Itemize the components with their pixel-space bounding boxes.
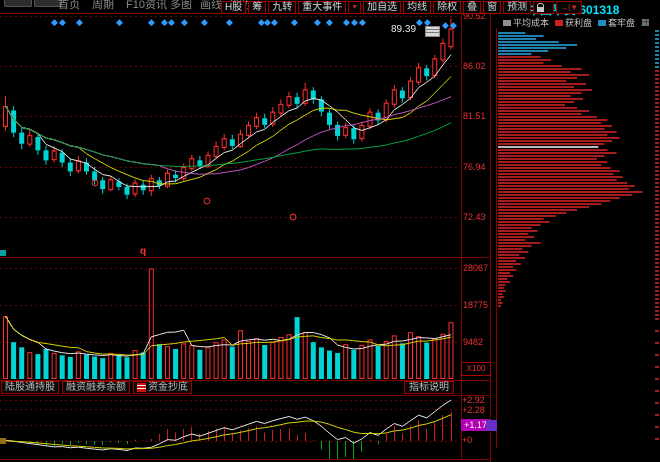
- pane-divider: [0, 395, 490, 396]
- exit-icon[interactable]: →|▼: [556, 1, 582, 14]
- lock-icon[interactable]: [533, 1, 554, 14]
- stock-app-window: 首页 周期 F10资讯 多图 画线 帮助 H股 筹 九转 重大事件 ▼ 加自选 …: [0, 0, 660, 462]
- macd-tick: +2.28: [462, 405, 490, 415]
- volume-tick: 28067: [463, 263, 490, 273]
- volume-chart[interactable]: [0, 258, 462, 380]
- volume-unit-label: X100: [461, 362, 491, 376]
- nineturn-button[interactable]: 九转: [268, 1, 296, 14]
- pane-icon[interactable]: [0, 438, 6, 444]
- major-event-button[interactable]: 重大事件: [298, 1, 346, 14]
- trapped-swatch-icon: [598, 20, 606, 26]
- menu-period[interactable]: 周期: [92, 0, 114, 12]
- tab-margin-balance[interactable]: 融资融券余额: [62, 381, 130, 394]
- pane-divider: [0, 459, 490, 460]
- chip-highlight-marker: [486, 420, 497, 431]
- pane-icon[interactable]: [0, 250, 6, 256]
- price-tag-icon[interactable]: [425, 26, 440, 37]
- menu-home[interactable]: 首页: [58, 0, 80, 12]
- q-signal-marker: q: [140, 246, 146, 257]
- forecast-button[interactable]: 预测: [503, 1, 531, 14]
- tab-fund-bottom[interactable]: 资金抄底: [133, 381, 192, 394]
- price-tick: 86.02: [463, 61, 490, 71]
- axis-divider: [461, 13, 462, 459]
- chip-button[interactable]: 筹: [248, 1, 266, 14]
- macd-tick: +2.92: [462, 395, 490, 405]
- hshare-button[interactable]: H股: [221, 1, 246, 14]
- indicator-tabs: 陆股通持股 融资融券余额 资金抄底: [1, 381, 192, 394]
- price-tick: 81.51: [463, 111, 490, 121]
- macd-tick: +0: [462, 435, 490, 445]
- chip-distribution-chart[interactable]: [496, 28, 660, 452]
- chart-toolbar: H股 筹 九转 重大事件 ▼ 加自选 均线 除权 叠 窗 预测 →|▼: [221, 1, 582, 14]
- menu-f10[interactable]: F10资讯: [126, 0, 167, 12]
- current-price-label: 89.39: [391, 24, 416, 35]
- grid-icon[interactable]: ▦: [641, 17, 650, 28]
- price-tick: 72.43: [463, 212, 490, 222]
- avg-cost-swatch-icon: [503, 20, 511, 26]
- fund-badge-icon: [137, 383, 146, 392]
- profit-swatch-icon: [555, 20, 563, 26]
- major-event-dropdown-icon[interactable]: ▼: [348, 1, 361, 14]
- menu-draw[interactable]: 画线: [200, 0, 222, 12]
- window-button[interactable]: [4, 0, 32, 7]
- indicator-help-button[interactable]: 指标说明: [404, 381, 454, 394]
- volume-tick: 9482: [463, 337, 490, 347]
- add-watchlist-button[interactable]: 加自选: [363, 1, 401, 14]
- price-tick: 76.94: [463, 162, 490, 172]
- window-button-tool[interactable]: 窗: [483, 1, 501, 14]
- menu-multichart[interactable]: 多图: [170, 0, 192, 12]
- tab-northbound-holdings[interactable]: 陆股通持股: [1, 381, 59, 394]
- ma-button[interactable]: 均线: [403, 1, 431, 14]
- macd-chart[interactable]: [0, 397, 462, 459]
- overlay-button[interactable]: 叠: [463, 1, 481, 14]
- exright-button[interactable]: 除权: [433, 1, 461, 14]
- volume-tick: 18775: [463, 300, 490, 310]
- panel-divider: [490, 0, 491, 462]
- candlestick-chart[interactable]: [0, 13, 462, 257]
